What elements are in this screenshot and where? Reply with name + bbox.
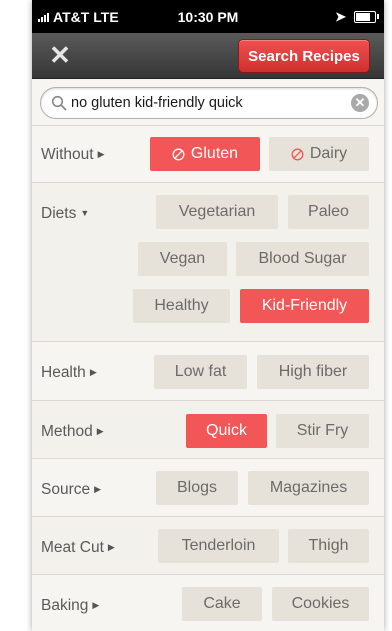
chip-healthy[interactable]: Healthy (133, 289, 230, 323)
chip-cake[interactable]: Cake (182, 587, 262, 621)
disclosure-right-icon: ▶ (92, 600, 100, 610)
filter-section-health: Health ▶ Low fat High fiber (32, 342, 384, 401)
section-label-baking[interactable]: Baking ▶ (41, 597, 99, 615)
filter-section-meat-cut: Meat Cut ▶ Tenderloin Thigh (32, 517, 384, 575)
disclosure-right-icon: ▶ (89, 367, 97, 377)
disclosure-down-icon: ▼ (80, 208, 90, 218)
disclosure-right-icon: ▶ (94, 484, 102, 494)
chip-cookies[interactable]: Cookies (272, 587, 369, 621)
section-label-source[interactable]: Source ▶ (41, 481, 101, 499)
chip-blood-sugar[interactable]: Blood Sugar (236, 242, 369, 276)
section-label-diets[interactable]: Diets ▼ (41, 205, 89, 223)
prohibited-icon (172, 148, 185, 161)
close-icon[interactable]: ✕ (46, 41, 74, 69)
prohibited-icon (291, 148, 304, 161)
chip-stir-fry[interactable]: Stir Fry (276, 414, 369, 448)
filter-section-baking: Baking ▶ Cake Cookies (32, 575, 384, 631)
disclosure-right-icon: ▶ (107, 542, 115, 552)
chip-kid-friendly[interactable]: Kid-Friendly (240, 289, 369, 323)
filter-section-method: Method ▶ Quick Stir Fry (32, 401, 384, 459)
section-label-health[interactable]: Health ▶ (41, 364, 97, 382)
section-label-without[interactable]: Without ▶ (41, 146, 104, 164)
chip-vegan[interactable]: Vegan (138, 242, 227, 276)
filter-section-diets: Diets ▼ Vegetarian Paleo Vegan Blood Suga… (32, 183, 384, 342)
phone-screen: AT&T LTE 10:30 PM ➤ ✕ Search Recipes ✕ W… (32, 0, 384, 631)
chip-dairy[interactable]: Dairy (269, 137, 369, 171)
chip-gluten[interactable]: Gluten (150, 137, 260, 171)
location-arrow-icon: ➤ (335, 9, 346, 24)
search-bar: ✕ (32, 79, 384, 126)
status-bar: AT&T LTE 10:30 PM ➤ (32, 0, 384, 33)
nav-bar: ✕ Search Recipes (32, 33, 384, 79)
section-label-method[interactable]: Method ▶ (41, 423, 104, 441)
filter-section-source: Source ▶ Blogs Magazines (32, 459, 384, 517)
search-icon (51, 95, 67, 111)
clear-search-icon[interactable]: ✕ (351, 94, 369, 112)
chip-thigh[interactable]: Thigh (288, 529, 369, 563)
chip-high-fiber[interactable]: High fiber (257, 355, 369, 389)
filter-section-without: Without ▶ Gluten Dairy (32, 126, 384, 183)
section-label-meat-cut[interactable]: Meat Cut ▶ (41, 539, 115, 557)
chip-tenderloin[interactable]: Tenderloin (158, 529, 279, 563)
chip-quick[interactable]: Quick (186, 414, 267, 448)
chip-low-fat[interactable]: Low fat (154, 355, 247, 389)
chip-vegetarian[interactable]: Vegetarian (156, 195, 278, 229)
search-input[interactable] (71, 88, 341, 118)
chip-magazines[interactable]: Magazines (248, 471, 369, 505)
search-recipes-button[interactable]: Search Recipes (238, 39, 370, 73)
disclosure-right-icon: ▶ (96, 426, 104, 436)
status-time: 10:30 PM (177, 9, 239, 25)
chip-blogs[interactable]: Blogs (156, 471, 238, 505)
search-field[interactable]: ✕ (40, 87, 378, 119)
disclosure-right-icon: ▶ (97, 149, 105, 159)
battery-icon (354, 11, 379, 23)
chip-paleo[interactable]: Paleo (288, 195, 369, 229)
